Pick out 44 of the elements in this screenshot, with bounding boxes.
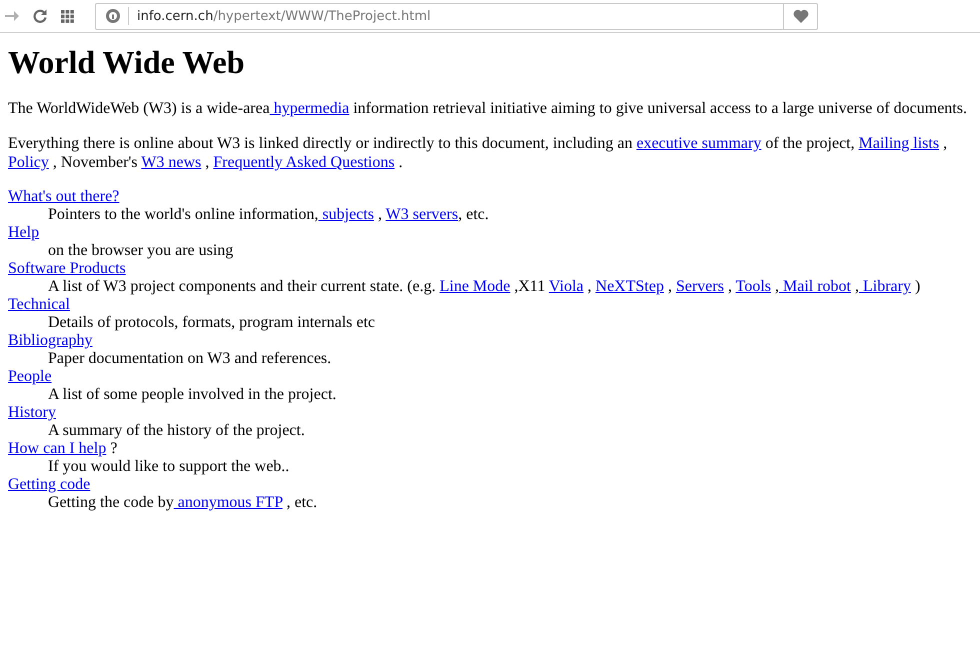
entry-description: A list of W3 project components and their current state. (e.g. Line Mode ,X11 Viola , NeXTStep , Servers , Tools , Mail robot , Library ) — [48, 278, 922, 296]
link[interactable]: Help — [8, 224, 40, 241]
link[interactable]: anonymous FTP — [174, 494, 282, 511]
entry-description: on the browser you are using — [48, 242, 234, 260]
apps-grid-icon[interactable] — [61, 10, 74, 22]
entry-term: How can I help ? — [8, 440, 118, 458]
link[interactable]: People — [8, 368, 52, 385]
paragraph: The WorldWideWeb (W3) is a wide-area hypermedia information retrieval initiative aiming to give universal access to a large universe of documents. — [8, 99, 968, 118]
address-bar[interactable]: info.cern.ch/hypertext/WWW/TheProject.html — [95, 2, 818, 30]
page-heading: World Wide Web — [8, 44, 246, 81]
entry-description: Pointers to the world's online information, subjects , W3 servers, etc. — [48, 206, 490, 224]
entry-description: Paper documentation on W3 and references. — [48, 350, 332, 368]
link[interactable]: Software Products — [8, 260, 126, 277]
link[interactable]: What's out there? — [8, 188, 120, 205]
url-text: info.cern.ch/hypertext/WWW/TheProject.html — [137, 8, 432, 24]
link[interactable]: W3 news — [141, 154, 202, 171]
link[interactable]: hypermedia — [270, 100, 350, 117]
entry-description: Getting the code by anonymous FTP , etc. — [48, 494, 318, 512]
link[interactable]: executive summary — [636, 135, 762, 152]
link[interactable]: W3 servers — [386, 206, 458, 223]
entry-description: A summary of the history of the project. — [48, 422, 306, 440]
heart-icon — [792, 9, 808, 23]
link[interactable]: Library — [858, 278, 911, 295]
entry-description: If you would like to support the web.. — [48, 458, 290, 476]
link[interactable]: Mail robot — [778, 278, 851, 295]
link[interactable]: Getting code — [8, 476, 90, 493]
link[interactable]: Policy — [8, 154, 49, 171]
link[interactable]: Mailing lists — [858, 135, 940, 152]
link[interactable]: Technical — [8, 296, 70, 313]
link[interactable]: subjects — [318, 206, 374, 223]
entry-description: Details of protocols, formats, program internals etc — [48, 314, 376, 332]
link[interactable]: Tools — [736, 278, 771, 295]
paragraph: Everything there is online about W3 is linked directly or indirectly to this document, including an executive summary of the project, Mailing lists , Policy , November's W3 news , Frequently Asked Questions . — [8, 134, 948, 172]
link[interactable]: Viola — [548, 278, 584, 295]
link[interactable]: Servers — [676, 278, 724, 295]
link[interactable]: How can I help — [8, 440, 106, 457]
link[interactable]: Line Mode — [440, 278, 510, 295]
link[interactable]: NeXTStep — [596, 278, 664, 295]
link[interactable]: History — [8, 404, 56, 421]
reload-icon[interactable] — [33, 9, 47, 23]
entry-description: A list of some people involved in the project. — [48, 386, 338, 404]
link[interactable]: Bibliography — [8, 332, 92, 349]
link[interactable]: Frequently Asked Questions — [213, 154, 395, 171]
info-icon[interactable] — [106, 9, 120, 23]
